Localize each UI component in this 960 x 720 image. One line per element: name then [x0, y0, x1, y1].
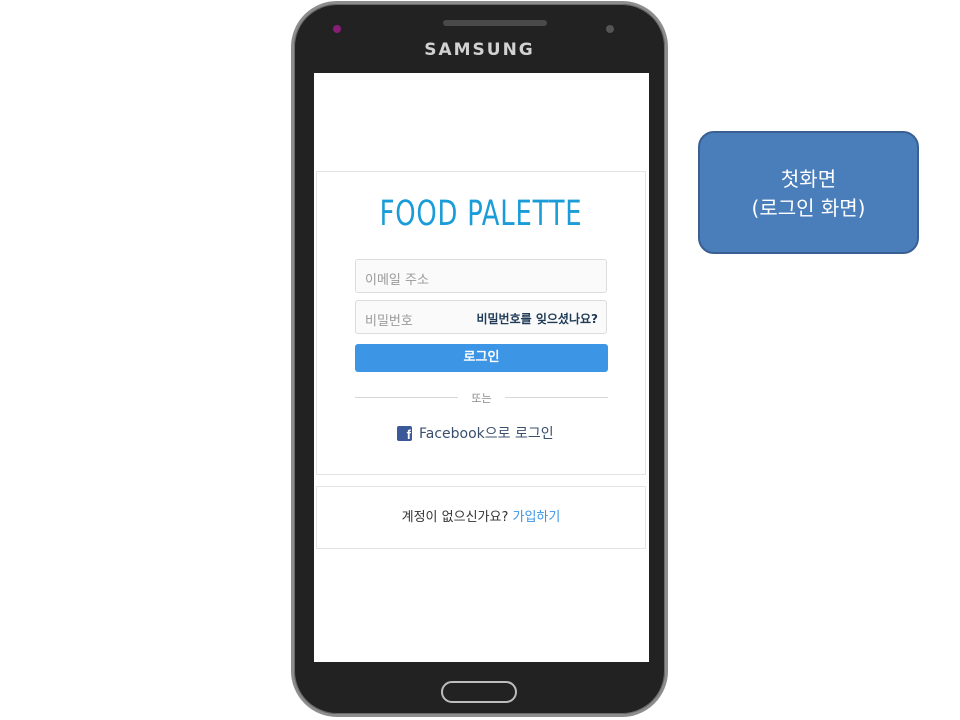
or-divider: 또는 — [355, 390, 608, 406]
annotation-title: 첫화면 — [780, 167, 837, 191]
facebook-login-label: Facebook으로 로그인 — [419, 426, 554, 442]
camera-icon — [333, 25, 341, 33]
app-logo: FOOD PALETTE — [379, 194, 583, 234]
signup-prompt: 계정이 없으신가요? — [401, 510, 509, 525]
password-placeholder: 비밀번호 — [365, 314, 413, 329]
home-button[interactable] — [441, 681, 517, 703]
password-input[interactable]: 비밀번호 비밀번호를 잊으셨나요? — [355, 300, 607, 334]
annotation-callout: 첫화면 (로그인 화면) — [698, 131, 919, 254]
slide-canvas: SAMSUNG FOOD PALETTE 이메일 주소 비밀번호 비밀번호를 잊… — [0, 0, 960, 720]
email-input[interactable]: 이메일 주소 — [355, 259, 607, 293]
signup-link[interactable]: 가입하기 — [513, 510, 561, 525]
annotation-subtitle: (로그인 화면) — [751, 196, 866, 220]
phone-screen: FOOD PALETTE 이메일 주소 비밀번호 비밀번호를 잊으셨나요? 로그… — [314, 73, 649, 662]
email-placeholder: 이메일 주소 — [365, 273, 429, 288]
or-label: 또는 — [471, 392, 492, 405]
facebook-icon: f — [397, 425, 412, 441]
login-card: FOOD PALETTE 이메일 주소 비밀번호 비밀번호를 잊으셨나요? 로그… — [316, 171, 646, 475]
login-button[interactable]: 로그인 — [355, 344, 608, 372]
sensor-icon — [606, 25, 614, 33]
signup-card: 계정이 없으신가요? 가입하기 — [316, 486, 646, 549]
facebook-login-button[interactable]: f Facebook으로 로그인 — [397, 423, 554, 443]
speaker-grille — [443, 20, 547, 26]
forgot-password-link[interactable]: 비밀번호를 잊으셨나요? — [476, 310, 598, 327]
divider-line-right — [505, 397, 608, 398]
device-brand: SAMSUNG — [424, 40, 535, 60]
